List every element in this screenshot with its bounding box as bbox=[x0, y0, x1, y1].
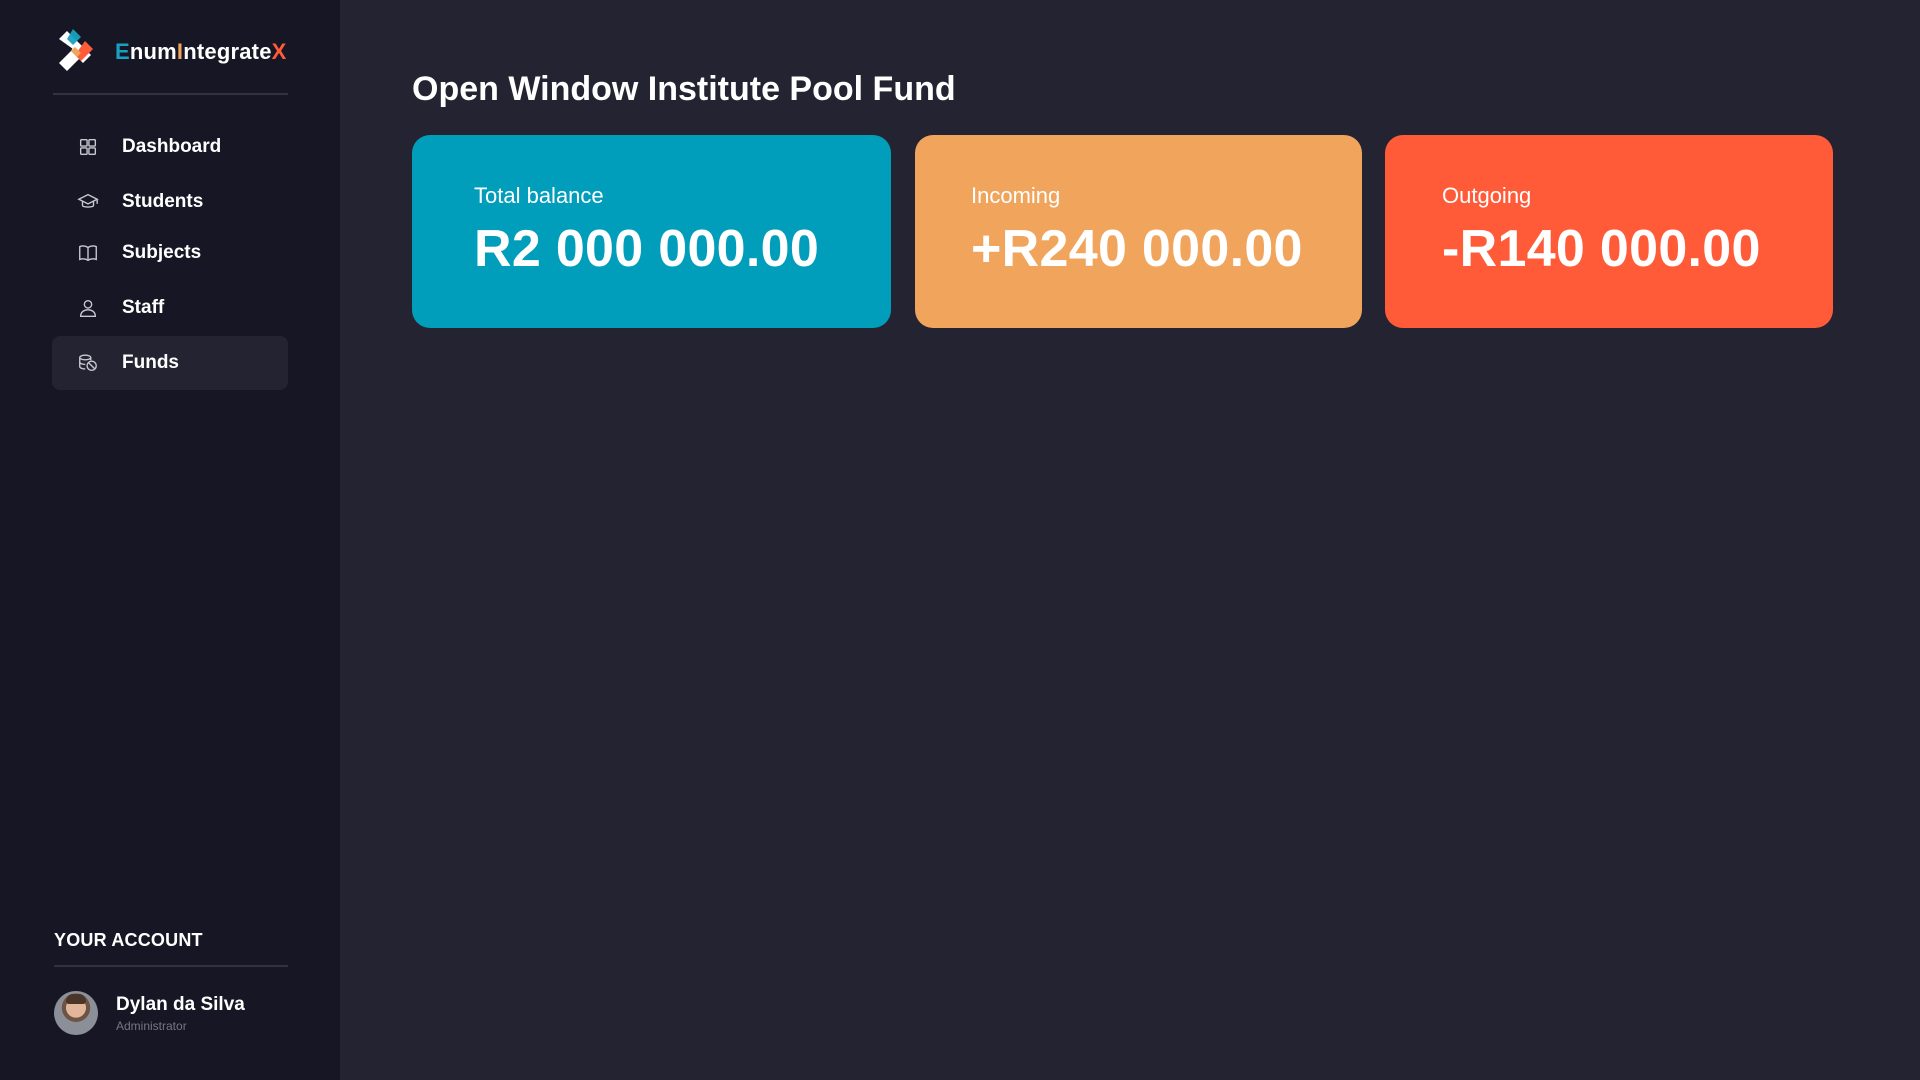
sidebar: EnumIntegrateX Dashboard Students Subjec… bbox=[0, 0, 340, 1080]
brand-name-part: num bbox=[129, 39, 177, 64]
outgoing-card: Outgoing -R140 000.00 bbox=[1385, 135, 1833, 328]
account-section-title: YOUR ACCOUNT bbox=[54, 930, 203, 950]
account-divider bbox=[54, 965, 288, 967]
sidebar-item-funds[interactable]: Funds bbox=[52, 336, 288, 390]
sidebar-item-label: Dashboard bbox=[122, 136, 222, 157]
user-text: Dylan da Silva Administrator bbox=[116, 994, 245, 1033]
brand-name-part: ntegrate bbox=[183, 39, 272, 64]
user-name: Dylan da Silva bbox=[116, 993, 245, 1015]
card-value: -R140 000.00 bbox=[1442, 220, 1761, 278]
avatar[interactable] bbox=[54, 991, 98, 1035]
graduation-cap-icon bbox=[76, 190, 100, 214]
book-icon bbox=[76, 241, 100, 265]
user-icon bbox=[76, 296, 100, 320]
brand-name-part: X bbox=[271, 39, 287, 64]
card-value: +R240 000.00 bbox=[971, 220, 1303, 278]
sidebar-item-label: Staff bbox=[122, 297, 165, 318]
account-user[interactable]: Dylan da Silva Administrator bbox=[54, 991, 245, 1035]
sidebar-item-students[interactable]: Students bbox=[52, 175, 288, 229]
coins-icon bbox=[76, 351, 100, 375]
card-label: Total balance bbox=[474, 183, 604, 208]
brand-name: EnumIntegrateX bbox=[115, 39, 287, 65]
sidebar-item-label: Funds bbox=[122, 352, 179, 373]
sidebar-item-dashboard[interactable]: Dashboard bbox=[52, 120, 288, 174]
enumintegratex-logo-icon bbox=[59, 29, 93, 71]
page-title: Open Window Institute Pool Fund bbox=[412, 70, 956, 108]
total-balance-card: Total balance R2 000 000.00 bbox=[412, 135, 891, 328]
sidebar-item-subjects[interactable]: Subjects bbox=[52, 226, 288, 280]
card-value: R2 000 000.00 bbox=[474, 220, 820, 278]
grid-icon bbox=[76, 135, 100, 159]
brand-header[interactable]: EnumIntegrateX bbox=[53, 27, 288, 95]
card-label: Incoming bbox=[971, 183, 1061, 208]
card-label: Outgoing bbox=[1442, 183, 1532, 208]
user-role: Administrator bbox=[116, 1018, 187, 1033]
incoming-card: Incoming +R240 000.00 bbox=[915, 135, 1362, 328]
brand-name-part: E bbox=[115, 39, 130, 64]
sidebar-item-label: Subjects bbox=[122, 242, 202, 263]
sidebar-item-label: Students bbox=[122, 191, 204, 212]
sidebar-item-staff[interactable]: Staff bbox=[52, 281, 288, 335]
